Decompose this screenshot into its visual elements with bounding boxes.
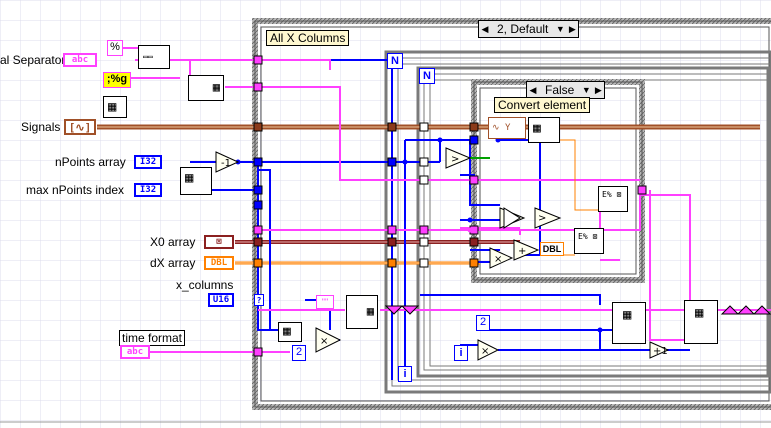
array-grid-icon-7: ▦ bbox=[623, 307, 632, 323]
max-npoints-index-terminal[interactable]: I32 bbox=[134, 183, 162, 197]
loop-count-n-inner[interactable]: N bbox=[419, 68, 435, 84]
format-icon-2: E% ⊠ bbox=[578, 232, 598, 241]
svg-text:×: × bbox=[481, 346, 489, 357]
array-grid-icon-3: ▦ bbox=[185, 170, 194, 186]
waveform-icon: [∿] bbox=[68, 120, 92, 134]
wiring-layer: -1 > > + × × × +1 ? bbox=[0, 0, 771, 428]
number-to-string-node-2[interactable]: E% ⊠ bbox=[574, 228, 604, 254]
array-grid-icon-2: ▦ bbox=[108, 99, 117, 115]
question-terminal[interactable]: ? bbox=[254, 294, 264, 306]
signals-terminal[interactable]: [∿] bbox=[64, 119, 96, 135]
svg-text:>: > bbox=[451, 154, 459, 165]
svg-text:+: + bbox=[518, 246, 526, 257]
svg-text:-1: -1 bbox=[221, 158, 231, 169]
array-grid-icon-5: ▦ bbox=[283, 324, 291, 339]
array-grid-icon: ▦ bbox=[212, 80, 220, 94]
inner-selector-left-arrow-icon[interactable]: ◀ bbox=[527, 82, 539, 98]
two-constant-b[interactable]: 2 bbox=[292, 345, 306, 361]
x0-array-terminal[interactable]: ⊠ bbox=[204, 235, 234, 249]
outer-case-selector[interactable]: ◀ 2, Default ▼ ▶ bbox=[478, 20, 580, 38]
inner-selector-right-arrow-icon[interactable]: ▶ bbox=[592, 82, 604, 98]
signals-label: Signals bbox=[21, 120, 61, 134]
number-to-string-node[interactable]: E% ⊠ bbox=[598, 186, 628, 212]
array-grid-icon-6: ▦ bbox=[533, 121, 541, 136]
max-npoints-index-label: max nPoints index bbox=[26, 183, 125, 197]
dx-array-terminal[interactable]: DBL bbox=[204, 256, 234, 270]
svg-text:×: × bbox=[494, 254, 502, 265]
time-format-label: time format bbox=[119, 330, 186, 346]
waveform-y-icon: ∿ Y bbox=[492, 123, 511, 133]
index-array-node-2[interactable]: ▦ bbox=[528, 117, 560, 143]
inner-frame-title: Convert element bbox=[494, 97, 591, 113]
to-dbl-node[interactable]: DBL bbox=[540, 242, 564, 256]
loop-iteration-i-inner[interactable]: i bbox=[454, 345, 468, 361]
separator-terminal[interactable]: abc bbox=[63, 53, 97, 67]
build-array-node[interactable]: ▦ bbox=[188, 75, 224, 101]
format-g-constant[interactable]: ;%g bbox=[103, 72, 131, 88]
loop-iteration-i-outer[interactable]: i bbox=[398, 366, 412, 382]
svg-text:+1: +1 bbox=[653, 346, 668, 357]
percent-constant[interactable]: % bbox=[107, 40, 123, 56]
array-size-node[interactable]: ▦ bbox=[103, 96, 127, 118]
separator-label: al Separator bbox=[0, 53, 66, 67]
outer-frame-title: All X Columns bbox=[266, 30, 350, 46]
npoints-array-label: nPoints array bbox=[55, 155, 126, 169]
build-array-node-2[interactable]: ▦ bbox=[346, 295, 378, 329]
svg-text:×: × bbox=[320, 336, 328, 347]
inner-selector-dropdown-icon[interactable]: ▼ bbox=[580, 82, 592, 98]
inner-case-value[interactable]: False bbox=[539, 82, 580, 98]
selector-dropdown-icon[interactable]: ▼ bbox=[554, 21, 566, 37]
index-array-node[interactable]: ▦ bbox=[180, 167, 212, 195]
outer-case-value[interactable]: 2, Default bbox=[491, 21, 554, 37]
time-format-terminal[interactable]: abc bbox=[120, 345, 150, 359]
x-columns-label: x_columns bbox=[176, 278, 234, 292]
dx-array-label: dX array bbox=[150, 256, 196, 270]
replace-subset-node[interactable]: ▦ bbox=[612, 302, 646, 344]
two-constant-a[interactable]: 2 bbox=[476, 315, 490, 331]
array-grid-icon-4: ▦ bbox=[366, 304, 374, 318]
replace-subset-node-2[interactable]: ▦ bbox=[684, 300, 718, 344]
loop-count-n-outer[interactable]: N bbox=[387, 53, 403, 69]
array-subset-node[interactable]: ▦ bbox=[278, 322, 302, 342]
x-columns-terminal[interactable]: U16 bbox=[208, 293, 234, 307]
x0-array-label: X0 array bbox=[150, 235, 196, 249]
array-grid-icon-8: ▦ bbox=[695, 305, 704, 321]
empty-string-constant[interactable]: "" bbox=[316, 295, 334, 309]
format-icon: E% ⊠ bbox=[602, 190, 622, 199]
npoints-array-terminal[interactable]: I32 bbox=[134, 155, 162, 169]
selector-right-arrow-icon[interactable]: ▶ bbox=[566, 21, 578, 37]
concatenate-icon: ▭▭ bbox=[143, 52, 153, 61]
svg-text:>: > bbox=[538, 213, 546, 224]
concatenate-strings-node[interactable]: ▭▭ bbox=[138, 45, 170, 69]
block-diagram[interactable]: -1 > > + × × × +1 ? ◀ 2, Default ▼ ▶ All… bbox=[0, 0, 771, 428]
selector-left-arrow-icon[interactable]: ◀ bbox=[479, 21, 491, 37]
get-waveform-component-node[interactable]: ∿ Y bbox=[488, 117, 526, 139]
